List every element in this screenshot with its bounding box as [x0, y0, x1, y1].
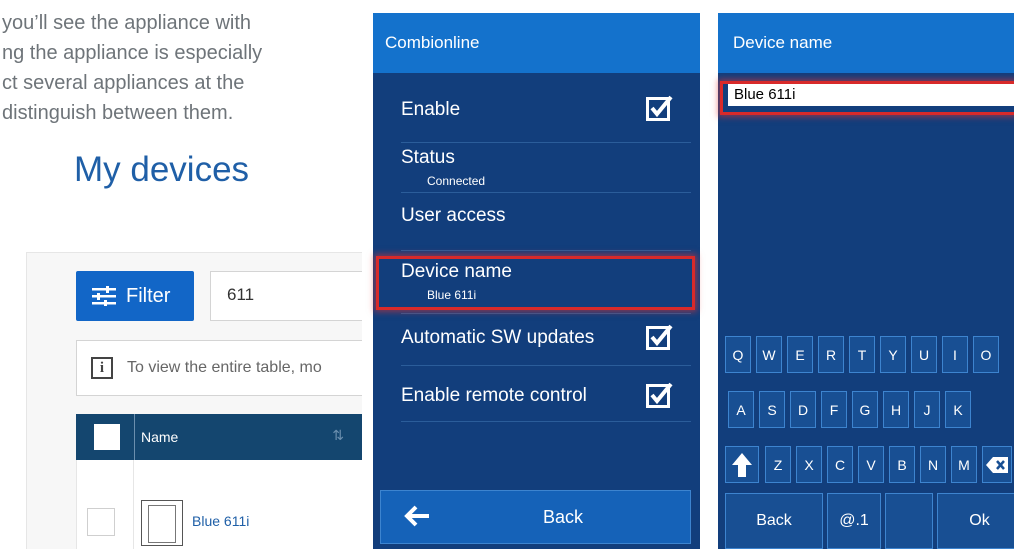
backspace-icon — [986, 456, 1008, 473]
keyboard-row-2: A S D F G H J K — [728, 391, 976, 428]
setting-label: User access — [401, 205, 506, 226]
sort-icon[interactable]: ⇅ — [332, 428, 344, 444]
divider — [401, 365, 691, 366]
key[interactable]: D — [790, 391, 816, 428]
key[interactable]: B — [889, 446, 915, 483]
arrow-left-icon — [404, 505, 429, 527]
key[interactable]: F — [821, 391, 847, 428]
divider — [401, 421, 691, 422]
key[interactable]: J — [914, 391, 940, 428]
shift-key[interactable] — [725, 446, 759, 483]
column-divider — [134, 414, 135, 460]
filter-sliders-icon — [92, 286, 116, 306]
divider — [401, 142, 691, 143]
divider — [401, 313, 691, 314]
keyboard-row-3: Z X C V B N M — [725, 446, 1014, 483]
device-name-link[interactable]: Blue 611i — [192, 513, 249, 529]
checkbox-checked-icon[interactable] — [646, 381, 673, 408]
filter-button-label: Filter — [126, 284, 171, 307]
table-header: Name ⇅ — [76, 414, 362, 460]
key[interactable]: A — [728, 391, 754, 428]
key[interactable]: N — [920, 446, 946, 483]
key[interactable]: C — [827, 446, 853, 483]
checkbox-checked-icon[interactable] — [646, 323, 673, 350]
oven-thumbnail-icon — [141, 500, 183, 546]
key[interactable]: I — [942, 336, 968, 373]
setting-label: Status — [401, 147, 455, 168]
highlight-device-name-input — [720, 81, 1014, 115]
back-key[interactable]: Back — [725, 493, 823, 549]
key[interactable]: E — [787, 336, 813, 373]
intro-line: ng the appliance is especially — [2, 42, 263, 64]
key[interactable]: W — [756, 336, 782, 373]
divider — [401, 192, 691, 193]
key[interactable]: X — [796, 446, 822, 483]
intro-line: ct several appliances at the — [2, 72, 245, 94]
key[interactable]: Q — [725, 336, 751, 373]
column-header-name[interactable]: Name — [141, 429, 178, 445]
checkbox-checked-icon[interactable] — [646, 94, 673, 121]
setting-status[interactable]: Status Connected — [401, 147, 693, 188]
ok-key[interactable]: Ok — [937, 493, 1014, 549]
key[interactable]: S — [759, 391, 785, 428]
info-icon: i — [91, 357, 113, 379]
select-all-checkbox[interactable] — [94, 424, 120, 450]
key[interactable]: M — [951, 446, 977, 483]
column-divider — [133, 460, 134, 549]
screen-title: Device name — [718, 13, 1014, 73]
backspace-key[interactable] — [982, 446, 1012, 483]
status-value: Connected — [427, 174, 486, 188]
key[interactable]: H — [883, 391, 909, 428]
page-title: My devices — [74, 150, 250, 189]
intro-line: you’ll see the appliance with — [2, 12, 252, 34]
back-button[interactable]: Back — [380, 490, 691, 544]
row-checkbox[interactable] — [87, 508, 115, 536]
key[interactable]: R — [818, 336, 844, 373]
info-notice-text: To view the entire table, mo — [127, 359, 322, 376]
key[interactable]: Y — [880, 336, 906, 373]
key[interactable]: G — [852, 391, 878, 428]
search-input[interactable]: 611 — [210, 271, 362, 321]
key[interactable]: T — [849, 336, 875, 373]
key[interactable]: O — [973, 336, 999, 373]
documentation-panel: you’ll see the appliance with ng the app… — [0, 0, 362, 549]
filter-button[interactable]: Filter — [76, 271, 194, 321]
keyboard-row-1: Q W E R T Y U I O — [725, 336, 1004, 373]
table-row[interactable]: Blue 611i — [76, 460, 362, 549]
setting-user-access[interactable]: User access — [401, 205, 693, 227]
highlight-device-name — [376, 256, 695, 310]
shift-arrow-icon — [732, 452, 752, 477]
intro-line: distinguish between them. — [2, 102, 234, 124]
info-notice: i To view the entire table, mo — [76, 340, 362, 396]
intro-paragraph: you’ll see the appliance with ng the app… — [0, 8, 362, 128]
key[interactable]: Z — [765, 446, 791, 483]
key[interactable]: K — [945, 391, 971, 428]
symbols-key[interactable]: @.1 — [827, 493, 881, 549]
screen-title: Combionline — [373, 13, 700, 73]
back-button-label: Back — [543, 507, 584, 527]
divider — [401, 250, 691, 251]
space-key[interactable] — [885, 493, 933, 549]
key[interactable]: V — [858, 446, 884, 483]
key[interactable]: U — [911, 336, 937, 373]
